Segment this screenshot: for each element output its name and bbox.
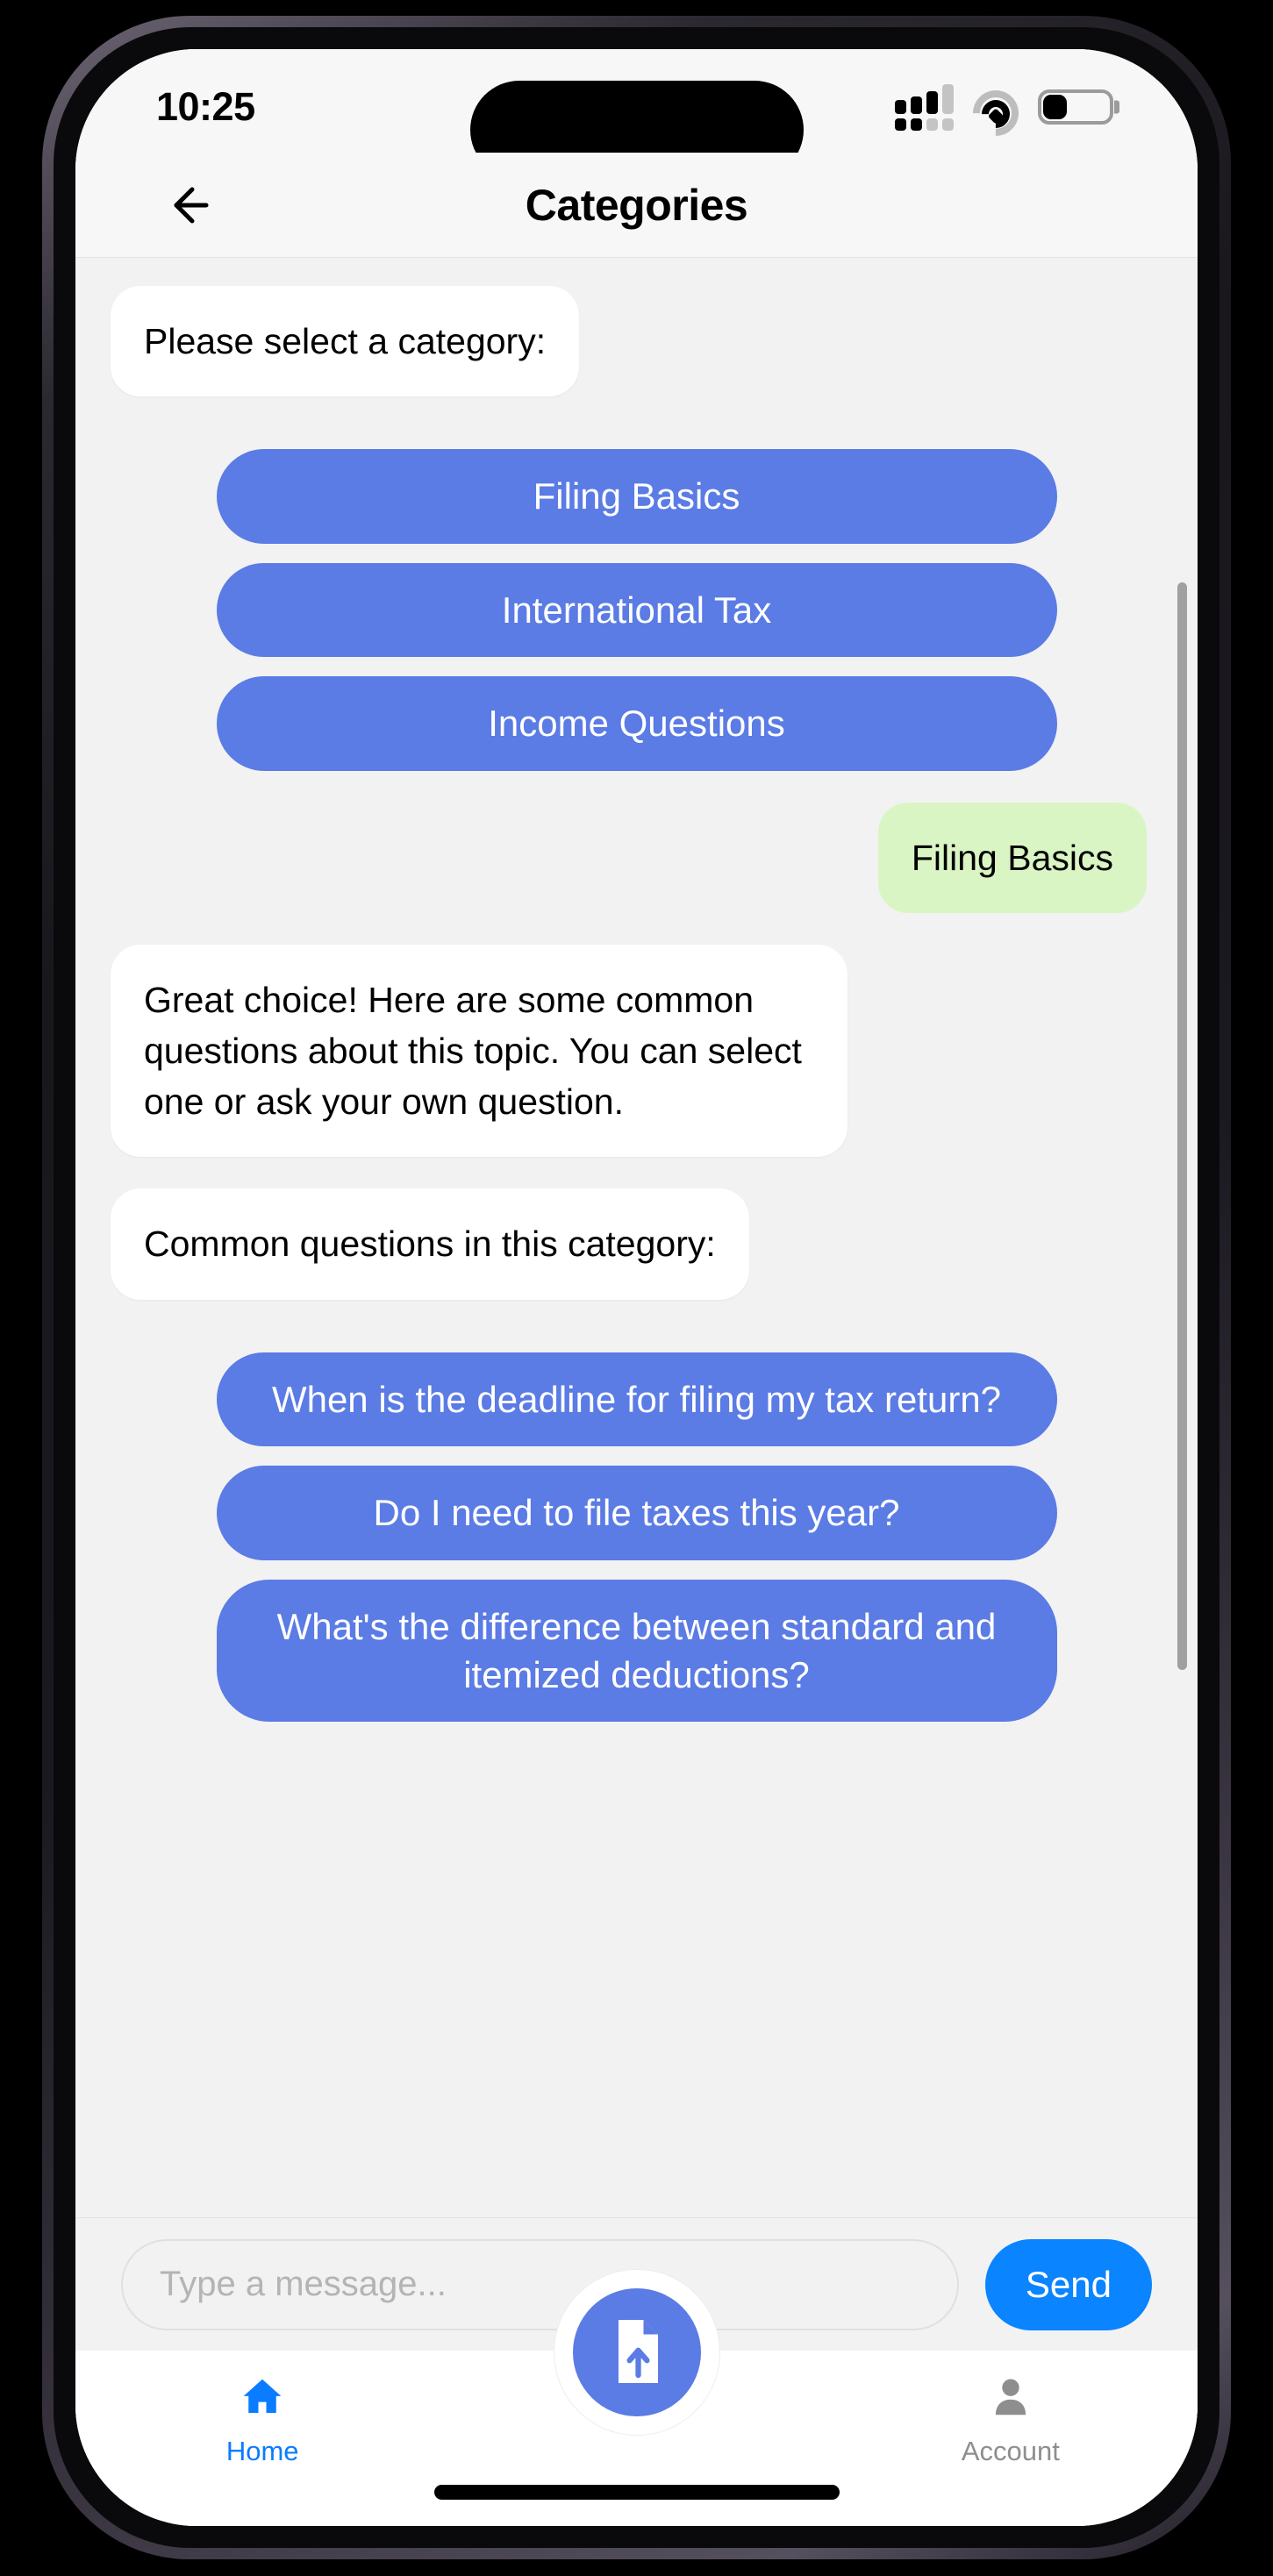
chat-scrollbar[interactable] bbox=[1177, 582, 1187, 1670]
phone-bezel: 10:25 Categories Please select a categor… bbox=[54, 27, 1219, 2548]
chat-scroll-area[interactable]: Please select a category: Filing Basics … bbox=[75, 258, 1198, 2217]
screenshot-stage: 10:25 Categories Please select a categor… bbox=[0, 0, 1273, 2576]
suggested-question-button[interactable]: Do I need to file taxes this year? bbox=[216, 1466, 1057, 1560]
bot-message-bubble: Great choice! Here are some common quest… bbox=[111, 944, 847, 1158]
nav-header: Categories bbox=[75, 153, 1198, 258]
suggested-question-button[interactable]: When is the deadline for filing my tax r… bbox=[216, 1352, 1057, 1447]
category-option-button[interactable]: Filing Basics bbox=[216, 449, 1057, 544]
back-arrow-icon[interactable] bbox=[163, 173, 228, 238]
person-icon bbox=[985, 2373, 1036, 2425]
home-icon bbox=[237, 2373, 288, 2425]
bottom-tab-bar: Home Account bbox=[75, 2270, 1198, 2526]
status-icons bbox=[895, 81, 1113, 146]
suggested-questions-group: When is the deadline for filing my tax r… bbox=[111, 1352, 1162, 1723]
app-viewport: 10:25 Categories Please select a categor… bbox=[75, 49, 1198, 2526]
cellular-signal-icon bbox=[895, 83, 954, 131]
phone-screen: 10:25 Categories Please select a categor… bbox=[75, 49, 1198, 2526]
tab-home[interactable]: Home bbox=[75, 2373, 449, 2467]
message-input[interactable] bbox=[121, 2238, 959, 2330]
battery-icon bbox=[1038, 89, 1113, 125]
tab-account-label: Account bbox=[961, 2436, 1060, 2466]
tab-home-label: Home bbox=[225, 2436, 299, 2466]
category-option-button[interactable]: Income Questions bbox=[216, 676, 1057, 771]
wifi-icon bbox=[963, 81, 1028, 146]
page-title: Categories bbox=[525, 180, 748, 230]
upload-fab-wrapper bbox=[554, 2270, 719, 2435]
bot-message-bubble: Common questions in this category: bbox=[111, 1188, 749, 1300]
tab-account[interactable]: Account bbox=[824, 2373, 1198, 2467]
status-bar: 10:25 bbox=[75, 49, 1198, 179]
category-options-group: Filing Basics International Tax Income Q… bbox=[111, 449, 1162, 771]
home-indicator bbox=[433, 2485, 840, 2500]
document-upload-icon bbox=[604, 2315, 670, 2391]
send-button[interactable]: Send bbox=[984, 2238, 1152, 2330]
phone-frame: 10:25 Categories Please select a categor… bbox=[42, 16, 1231, 2559]
bot-message-bubble: Please select a category: bbox=[111, 286, 580, 397]
upload-document-fab[interactable] bbox=[572, 2288, 701, 2416]
suggested-question-button[interactable]: What's the difference between standard a… bbox=[216, 1579, 1057, 1723]
category-option-button[interactable]: International Tax bbox=[216, 562, 1057, 658]
status-time: 10:25 bbox=[156, 84, 255, 129]
user-message-bubble: Filing Basics bbox=[877, 802, 1147, 913]
battery-fill bbox=[1043, 95, 1068, 119]
